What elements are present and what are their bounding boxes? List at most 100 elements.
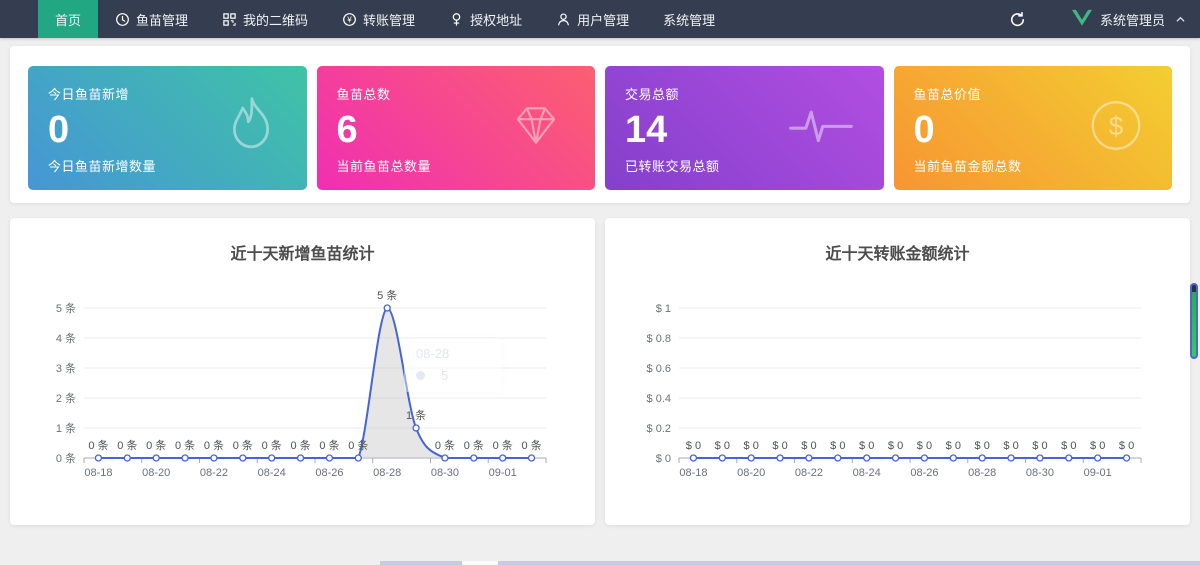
stat-cards-panel: 今日鱼苗新增0今日鱼苗新增数量鱼苗总数6当前鱼苗总数量交易总额14已转账交易总额… [10,46,1190,203]
svg-text:08-28: 08-28 [373,467,401,479]
svg-text:$ 0: $ 0 [916,440,931,452]
stat-card-total-fry: 鱼苗总数6当前鱼苗总数量 [317,66,596,190]
stat-card-subtitle: 当前鱼苗金额总数 [914,156,1153,175]
svg-text:$ 0: $ 0 [743,440,758,452]
svg-text:1 条: 1 条 [405,408,425,422]
chart-title: 近十天转账金额统计 [605,240,1190,264]
svg-text:$ 0: $ 0 [772,440,787,452]
nav-item-my-qrcode[interactable]: 我的二维码 [205,0,325,38]
svg-text:0 条: 0 条 [174,438,194,452]
nav-item-authorized-address[interactable]: 授权地址 [432,0,539,38]
svg-text:08-22: 08-22 [794,467,822,479]
svg-text:0 条: 0 条 [55,451,75,465]
svg-text:08-22: 08-22 [199,467,227,479]
nav-item-system-management[interactable]: 系统管理 [646,0,732,38]
nav-item-label: 我的二维码 [243,10,308,29]
svg-text:08-30: 08-30 [1025,467,1053,479]
top-navbar: 首页 鱼苗管理 我的二维码 ¥ 转账管理 授权地址 用户管理 系统管理 系统管理员 [0,0,1200,38]
svg-text:$ 0: $ 0 [887,440,902,452]
svg-text:0 条: 0 条 [463,438,483,452]
flame-icon [225,95,277,161]
stat-card-title: 交易总额 [625,84,864,103]
svg-text:$ 0: $ 0 [685,440,700,452]
horizontal-scrollbar-track[interactable] [380,561,1200,565]
svg-text:3 条: 3 条 [55,361,75,375]
qrcode-icon [222,12,237,27]
nav-item-transfer-management[interactable]: ¥ 转账管理 [325,0,432,38]
svg-text:08-28: 08-28 [968,467,996,479]
chevron-up-icon [1175,14,1186,25]
svg-text:08-20: 08-20 [737,467,765,479]
svg-text:08-30: 08-30 [430,467,458,479]
svg-text:09-01: 09-01 [1083,467,1111,479]
chart-title: 近十天新增鱼苗统计 [10,240,595,264]
svg-text:$ 0: $ 0 [859,440,874,452]
nav-item-label: 鱼苗管理 [136,10,188,29]
stat-card-title: 鱼苗总数 [337,84,576,103]
svg-text:$ 0: $ 0 [714,440,729,452]
svg-text:08-18: 08-18 [679,467,707,479]
pulse-icon [788,104,854,152]
nav-item-label: 转账管理 [363,10,415,29]
svg-text:08-24: 08-24 [257,467,285,479]
horizontal-scrollbar-thumb[interactable] [462,561,498,565]
svg-text:$ 0.8: $ 0.8 [646,333,670,345]
chart-panel-new-fry: 近十天新增鱼苗统计 0 条 1 条 2 条 3 条 4 条 5 条 08-18 08-20 08… [10,218,595,525]
svg-text:08-26: 08-26 [315,467,343,479]
svg-text:$ 1: $ 1 [655,303,670,315]
svg-text:4 条: 4 条 [55,331,75,345]
svg-text:$ 0: $ 0 [830,440,845,452]
svg-text:$ 0: $ 0 [1061,440,1076,452]
nav-item-label: 授权地址 [470,10,522,29]
svg-text:$ 0: $ 0 [974,440,989,452]
refresh-icon[interactable] [1009,11,1026,28]
svg-text:1 条: 1 条 [55,421,75,435]
svg-text:0 条: 0 条 [290,438,310,452]
svg-text:$ 0: $ 0 [1118,440,1133,452]
stat-card-subtitle: 已转账交易总额 [625,156,864,175]
key-icon [449,12,464,27]
svg-text:¥: ¥ [347,15,352,24]
svg-text:0 条: 0 条 [434,438,454,452]
svg-text:$ 0.4: $ 0.4 [646,393,670,405]
svg-text:08-20: 08-20 [142,467,170,479]
svg-text:$ 0.2: $ 0.2 [646,423,670,435]
vue-logo [1072,9,1092,29]
svg-text:0 条: 0 条 [492,438,512,452]
svg-text:08-18: 08-18 [84,467,112,479]
stat-card-total-transactions: 交易总额14已转账交易总额 [605,66,884,190]
nav-item-user-management[interactable]: 用户管理 [539,0,646,38]
svg-text:09-01: 09-01 [488,467,516,479]
svg-text:0 条: 0 条 [146,438,166,452]
diamond-icon [507,102,565,154]
time-icon [115,12,130,27]
svg-text:5 条: 5 条 [377,288,397,302]
nav-item-label: 系统管理 [663,10,715,29]
svg-text:5 条: 5 条 [55,301,75,315]
svg-text:2 条: 2 条 [55,391,75,405]
nav-item-fry-management[interactable]: 鱼苗管理 [98,0,205,38]
stat-card-subtitle: 当前鱼苗总数量 [337,156,576,175]
user-dropdown[interactable]: 系统管理员 [1072,9,1186,29]
yen-circle-icon: ¥ [342,12,357,27]
user-name: 系统管理员 [1100,10,1165,29]
vertical-scrollbar-thumb[interactable] [1190,283,1198,359]
svg-text:$ 0: $ 0 [1003,440,1018,452]
svg-text:$ 0: $ 0 [655,453,670,465]
nav-item-label: 首页 [55,10,81,29]
transfer-amount-line-chart: $ 0$ 0.2$ 0.4$ 0.6$ 0.8$ 108-1808-2008-2… [615,286,1181,506]
charts-row: 近十天新增鱼苗统计 0 条 1 条 2 条 3 条 4 条 5 条 08-18 08-20 08… [10,218,1190,525]
nav-item-home[interactable]: 首页 [38,0,98,38]
svg-text:$ 0: $ 0 [1032,440,1047,452]
chart-panel-transfer-amount: 近十天转账金额统计 $ 0$ 0.2$ 0.4$ 0.6$ 0.8$ 108-1… [605,218,1190,525]
svg-text:0 条: 0 条 [521,438,541,452]
nav-item-label: 用户管理 [577,10,629,29]
svg-text:0 条: 0 条 [261,438,281,452]
svg-text:0 条: 0 条 [232,438,252,452]
svg-text:0 条: 0 条 [319,438,339,452]
dollar-circle-icon: $ [1090,100,1142,157]
new-fry-line-chart: 0 条 1 条 2 条 3 条 4 条 5 条 08-18 08-20 08-22 08-24 08… [20,286,586,506]
svg-text:08-26: 08-26 [910,467,938,479]
svg-text:0 条: 0 条 [88,438,108,452]
navbar-right: 系统管理员 [1009,0,1200,38]
